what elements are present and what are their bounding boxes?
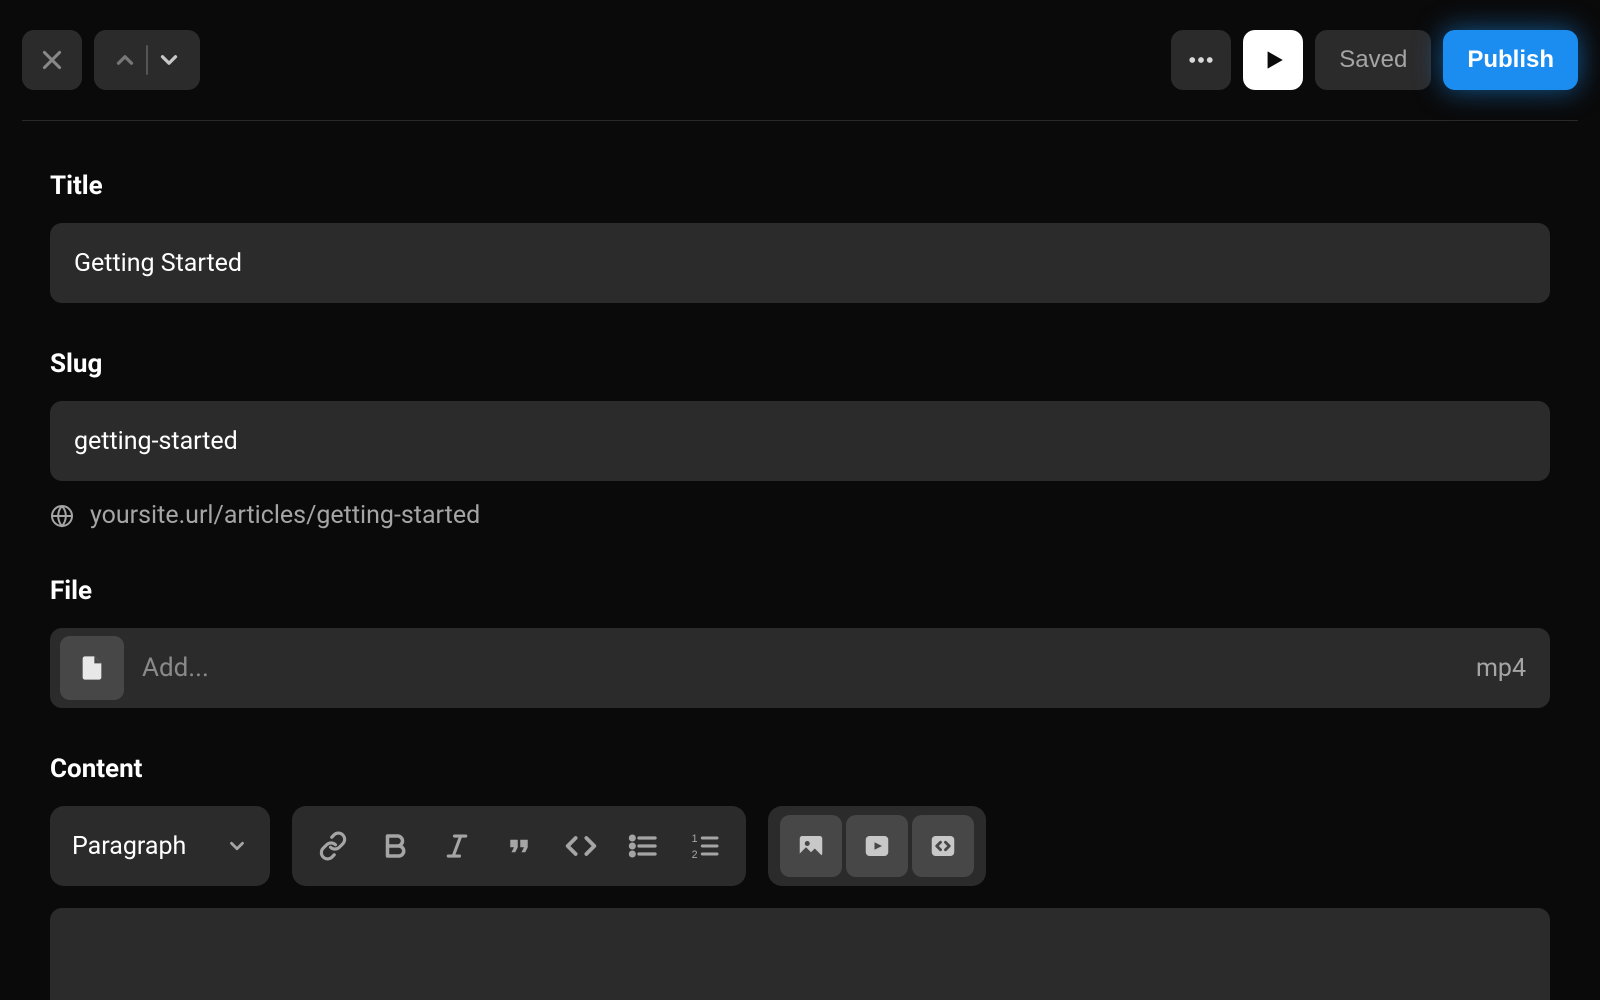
- file-picker[interactable]: Add... mp4: [50, 628, 1550, 708]
- image-icon: [796, 831, 826, 861]
- chevron-down-icon: [226, 835, 248, 857]
- bold-icon: [380, 831, 410, 861]
- file-icon-box: [60, 636, 124, 700]
- chevron-down-icon: [156, 47, 182, 73]
- bold-button[interactable]: [364, 815, 426, 877]
- slug-url-preview: yoursite.url/articles/getting-started: [90, 501, 480, 530]
- quote-icon: [504, 831, 534, 861]
- code-button[interactable]: [550, 815, 612, 877]
- close-button[interactable]: [22, 30, 82, 90]
- link-icon: [318, 831, 348, 861]
- format-select[interactable]: Paragraph: [50, 806, 270, 886]
- insert-embed-button[interactable]: [912, 815, 974, 877]
- slug-hint: yoursite.url/articles/getting-started: [50, 501, 1550, 530]
- format-label: Paragraph: [72, 832, 186, 861]
- insert-video-button[interactable]: [846, 815, 908, 877]
- video-icon: [862, 831, 892, 861]
- title-label: Title: [50, 171, 1550, 201]
- play-button[interactable]: [1243, 30, 1303, 90]
- form-content: Title Slug yoursite.url/articles/getting…: [22, 121, 1578, 1000]
- format-toolbar-group: 12: [292, 806, 746, 886]
- slug-input[interactable]: [50, 401, 1550, 481]
- svg-text:2: 2: [692, 849, 698, 861]
- topbar-left: [22, 30, 200, 90]
- content-field-group: Content Paragraph: [50, 754, 1550, 1000]
- slug-field-group: Slug yoursite.url/articles/getting-start…: [50, 349, 1550, 530]
- bullet-list-button[interactable]: [612, 815, 674, 877]
- publish-button[interactable]: Publish: [1443, 30, 1578, 90]
- title-field-group: Title: [50, 171, 1550, 303]
- file-label: File: [50, 576, 1550, 606]
- italic-icon: [442, 831, 472, 861]
- saved-status: Saved: [1315, 30, 1431, 90]
- file-field-group: File Add... mp4: [50, 576, 1550, 708]
- slug-label: Slug: [50, 349, 1550, 379]
- globe-icon: [50, 504, 74, 528]
- link-button[interactable]: [302, 815, 364, 877]
- file-icon: [78, 654, 106, 682]
- more-button[interactable]: [1171, 30, 1231, 90]
- insert-toolbar-group: [768, 806, 986, 886]
- file-placeholder: Add...: [142, 653, 1458, 683]
- chevron-up-icon: [112, 47, 138, 73]
- prev-button[interactable]: [104, 39, 146, 81]
- bullet-list-icon: [627, 830, 659, 862]
- svg-text:1: 1: [692, 833, 698, 845]
- italic-button[interactable]: [426, 815, 488, 877]
- close-icon: [39, 47, 65, 73]
- numbered-list-button[interactable]: 12: [674, 815, 736, 877]
- topbar: Saved Publish: [22, 30, 1578, 121]
- next-button[interactable]: [148, 39, 190, 81]
- nav-group: [94, 30, 200, 90]
- file-extension: mp4: [1476, 654, 1526, 683]
- embed-icon: [928, 831, 958, 861]
- content-label: Content: [50, 754, 1550, 784]
- quote-button[interactable]: [488, 815, 550, 877]
- editor-toolbar: Paragraph: [50, 806, 1550, 886]
- content-editor[interactable]: [50, 908, 1550, 1000]
- play-icon: [1260, 47, 1286, 73]
- more-icon: [1186, 45, 1216, 75]
- numbered-list-icon: 12: [689, 830, 721, 862]
- code-icon: [565, 830, 597, 862]
- title-input[interactable]: [50, 223, 1550, 303]
- insert-image-button[interactable]: [780, 815, 842, 877]
- topbar-right: Saved Publish: [1171, 30, 1578, 90]
